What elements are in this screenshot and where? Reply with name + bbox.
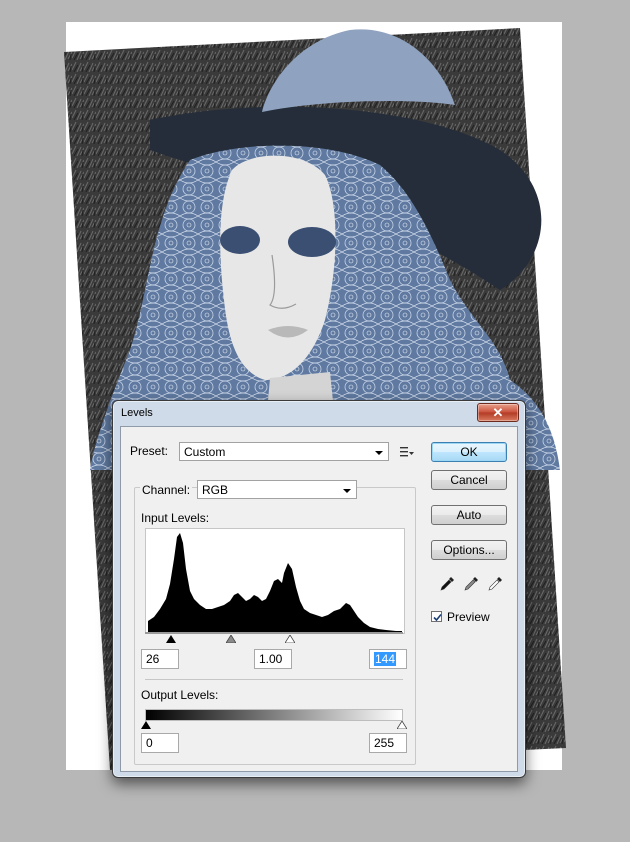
auto-button[interactable]: Auto: [431, 505, 507, 525]
output-white-field[interactable]: 255: [369, 733, 407, 753]
channel-label: Channel:: [140, 483, 193, 497]
cancel-button[interactable]: Cancel: [431, 470, 507, 490]
black-eyedropper-icon[interactable]: [439, 576, 455, 592]
preview-label[interactable]: Preview: [447, 610, 490, 624]
white-eyedropper-icon[interactable]: [487, 576, 503, 592]
gray-eyedropper-icon[interactable]: [463, 576, 479, 592]
close-icon: ✕: [492, 405, 504, 420]
output-white-value: 255: [374, 736, 395, 750]
dialog-body: Preset: Custom Channel: RGB Input Levels…: [120, 426, 518, 772]
input-gamma-field[interactable]: 1.00: [254, 649, 292, 669]
histogram: [145, 528, 405, 634]
levels-dialog: Levels ✕ Preset: Custom Channel: RGB Inp…: [112, 400, 526, 778]
output-levels-label: Output Levels:: [141, 688, 219, 702]
preset-select[interactable]: Custom: [179, 442, 389, 461]
input-white-value: 144: [374, 652, 397, 666]
dialog-title: Levels: [121, 407, 153, 419]
ok-button[interactable]: OK: [431, 442, 507, 462]
input-white-field[interactable]: 144: [369, 649, 407, 669]
options-button[interactable]: Options...: [431, 540, 507, 560]
preset-value: Custom: [184, 445, 226, 459]
input-black-value: 26: [146, 652, 160, 666]
preset-label: Preset:: [130, 444, 169, 458]
input-black-slider[interactable]: [166, 635, 176, 643]
output-black-field[interactable]: 0: [141, 733, 179, 753]
chevron-down-icon: [375, 451, 383, 455]
input-black-field[interactable]: 26: [141, 649, 179, 669]
input-gamma-slider[interactable]: [226, 635, 236, 643]
output-white-slider[interactable]: [397, 721, 407, 729]
output-gradient: [145, 709, 403, 721]
input-slider-track: [145, 632, 403, 634]
levels-separator: [145, 679, 403, 680]
checkmark-icon: [433, 613, 442, 622]
chevron-down-icon: [343, 489, 351, 493]
input-white-slider[interactable]: [285, 635, 295, 643]
channel-value: RGB: [202, 483, 229, 497]
preset-menu-icon[interactable]: [400, 446, 414, 458]
preview-checkbox[interactable]: [431, 611, 442, 622]
dialog-titlebar[interactable]: Levels ✕: [113, 401, 525, 425]
input-levels-label: Input Levels:: [141, 511, 210, 525]
channel-select[interactable]: RGB: [197, 480, 357, 499]
output-black-slider[interactable]: [141, 721, 151, 729]
close-button[interactable]: ✕: [477, 403, 519, 422]
input-gamma-value: 1.00: [259, 652, 283, 666]
output-black-value: 0: [146, 736, 153, 750]
